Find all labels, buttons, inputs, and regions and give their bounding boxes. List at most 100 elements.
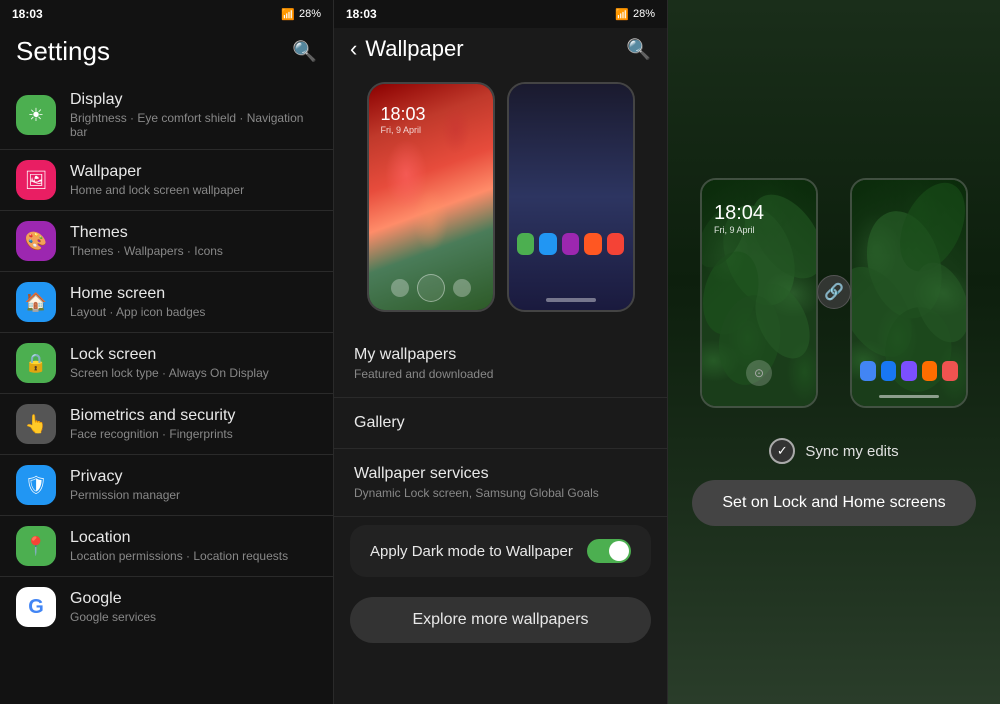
settings-item-location[interactable]: 📍 Location Location permissions · Locati… bbox=[0, 516, 333, 577]
signal-icon: 📶 bbox=[281, 8, 295, 21]
location-icon: 📍 bbox=[16, 526, 56, 566]
wallpaper-options-list: My wallpapers Featured and downloaded Ga… bbox=[334, 322, 667, 704]
location-text: Location Location permissions · Location… bbox=[70, 529, 317, 563]
my-wallpapers-subtitle: Featured and downloaded bbox=[354, 367, 647, 381]
wallpaper-time: 18:03 bbox=[346, 7, 377, 21]
themes-text: Themes Themes · Wallpapers · Icons bbox=[70, 224, 317, 258]
wallpaper-header: ‹ Wallpaper 🔍 bbox=[334, 28, 667, 72]
google-text: Google Google services bbox=[70, 590, 317, 624]
wallpaper-page-title: Wallpaper bbox=[365, 36, 463, 62]
sync-label: Sync my edits bbox=[805, 443, 898, 460]
location-title: Location bbox=[70, 529, 317, 547]
lock-text: Lock screen Screen lock type · Always On… bbox=[70, 346, 317, 380]
lock-dot-right bbox=[453, 279, 471, 297]
privacy-icon: 🛡 bbox=[16, 465, 56, 505]
dark-mode-row: Apply Dark mode to Wallpaper bbox=[350, 525, 651, 577]
lock-subtitle: Screen lock type · Always On Display bbox=[70, 366, 317, 380]
app-3 bbox=[901, 361, 917, 381]
settings-battery: 📶 28% bbox=[281, 8, 321, 21]
lock-bottom-bar bbox=[369, 274, 493, 302]
home-text: Home screen Layout · App icon badges bbox=[70, 285, 317, 319]
large-lock-time: 18:04 Fri, 9 April bbox=[714, 202, 764, 235]
wallpaper-services-title: Wallpaper services bbox=[354, 465, 647, 483]
settings-item-biometrics[interactable]: 👆 Biometrics and security Face recogniti… bbox=[0, 394, 333, 455]
display-text: Display Brightness · Eye comfort shield … bbox=[70, 91, 317, 139]
settings-item-wallpaper[interactable]: 🖼 Wallpaper Home and lock screen wallpap… bbox=[0, 150, 333, 211]
large-lock-home-indicator: ⊙ bbox=[746, 360, 772, 386]
display-icon: ☀ bbox=[16, 95, 56, 135]
dark-mode-toggle[interactable] bbox=[587, 539, 631, 563]
lock-date-display: Fri, 9 April bbox=[381, 125, 426, 135]
home-bottom-bar bbox=[509, 298, 633, 302]
home-icon: 🏠 bbox=[16, 282, 56, 322]
gallery-title: Gallery bbox=[354, 414, 647, 432]
app-2 bbox=[881, 361, 897, 381]
biometrics-title: Biometrics and security bbox=[70, 407, 317, 425]
app-dot-2 bbox=[539, 233, 557, 255]
large-home-bottom bbox=[852, 395, 966, 398]
lock-screen-preview[interactable]: 18:03 Fri, 9 April bbox=[367, 82, 495, 312]
home-screen-bg bbox=[509, 84, 633, 310]
home-screen-preview[interactable] bbox=[507, 82, 635, 312]
large-home-apps bbox=[852, 361, 966, 381]
google-subtitle: Google services bbox=[70, 610, 317, 624]
link-chain-icon: 🔗 bbox=[817, 275, 851, 309]
settings-item-display[interactable]: ☀ Display Brightness · Eye comfort shiel… bbox=[0, 81, 333, 150]
large-lock-date: Fri, 9 April bbox=[714, 225, 764, 235]
wallpaper-text: Wallpaper Home and lock screen wallpaper bbox=[70, 163, 317, 197]
lock-icon: 🔒 bbox=[16, 343, 56, 383]
display-subtitle: Brightness · Eye comfort shield · Naviga… bbox=[70, 111, 317, 139]
settings-header: Settings 🔍 bbox=[0, 28, 333, 77]
wallpaper-services-subtitle: Dynamic Lock screen, Samsung Global Goal… bbox=[354, 486, 647, 500]
settings-time: 18:03 bbox=[12, 7, 43, 21]
google-title: Google bbox=[70, 590, 317, 608]
settings-item-privacy[interactable]: 🛡 Privacy Permission manager bbox=[0, 455, 333, 516]
wallpaper-battery: 📶 28% bbox=[615, 8, 655, 21]
themes-title: Themes bbox=[70, 224, 317, 242]
toggle-knob bbox=[609, 541, 629, 561]
my-wallpapers-option[interactable]: My wallpapers Featured and downloaded bbox=[334, 330, 667, 398]
gallery-option[interactable]: Gallery bbox=[334, 398, 667, 449]
my-wallpapers-title: My wallpapers bbox=[354, 346, 647, 364]
settings-item-home[interactable]: 🏠 Home screen Layout · App icon badges bbox=[0, 272, 333, 333]
large-lock-bottom: ⊙ bbox=[702, 360, 816, 386]
settings-panel: 18:03 📶 28% Settings 🔍 ☀ Display Brightn… bbox=[0, 0, 333, 704]
wallpaper-panel: 18:03 📶 28% ‹ Wallpaper 🔍 18:03 Fri, 9 A… bbox=[333, 0, 667, 704]
home-subtitle: Layout · App icon badges bbox=[70, 305, 317, 319]
set-on-screens-button[interactable]: Set on Lock and Home screens bbox=[692, 480, 975, 526]
privacy-title: Privacy bbox=[70, 468, 317, 486]
back-button[interactable]: ‹ bbox=[350, 36, 357, 62]
wallpaper-search-icon[interactable]: 🔍 bbox=[626, 37, 651, 62]
sync-row: ✓ Sync my edits bbox=[769, 438, 898, 464]
settings-search-icon[interactable]: 🔍 bbox=[292, 39, 317, 64]
app-1 bbox=[860, 361, 876, 381]
wallpaper-services-option[interactable]: Wallpaper services Dynamic Lock screen, … bbox=[334, 449, 667, 517]
settings-item-lock[interactable]: 🔒 Lock screen Screen lock type · Always … bbox=[0, 333, 333, 394]
app-dot-4 bbox=[584, 233, 602, 255]
app-5 bbox=[942, 361, 958, 381]
lock-dot-left bbox=[391, 279, 409, 297]
themes-subtitle: Themes · Wallpapers · Icons bbox=[70, 244, 317, 258]
lock-dot-center bbox=[417, 274, 445, 302]
wallpaper-previews: 18:03 Fri, 9 April bbox=[334, 72, 667, 322]
wallpaper-header-left: ‹ Wallpaper bbox=[350, 36, 464, 62]
w-signal-icon: 📶 bbox=[615, 8, 629, 21]
large-home-preview[interactable] bbox=[850, 178, 968, 408]
large-lock-preview[interactable]: 18:04 Fri, 9 April ⊙ bbox=[700, 178, 818, 408]
home-apps-row bbox=[517, 233, 625, 255]
lock-title: Lock screen bbox=[70, 346, 317, 364]
app-4 bbox=[922, 361, 938, 381]
sync-checkbox[interactable]: ✓ bbox=[769, 438, 795, 464]
wallpaper-icon: 🖼 bbox=[16, 160, 56, 200]
wallpaper-status-bar: 18:03 📶 28% bbox=[334, 0, 667, 28]
home-nav-indicator bbox=[879, 395, 939, 398]
app-dot-3 bbox=[562, 233, 580, 255]
biometrics-subtitle: Face recognition · Fingerprints bbox=[70, 427, 317, 441]
explore-wallpapers-button[interactable]: Explore more wallpapers bbox=[350, 597, 651, 643]
lock-time-display: 18:03 bbox=[381, 104, 426, 125]
settings-item-themes[interactable]: 🎨 Themes Themes · Wallpapers · Icons bbox=[0, 211, 333, 272]
settings-item-google[interactable]: G Google Google services bbox=[0, 577, 333, 637]
display-title: Display bbox=[70, 91, 317, 109]
app-dot-5 bbox=[607, 233, 625, 255]
settings-title: Settings bbox=[16, 36, 110, 67]
